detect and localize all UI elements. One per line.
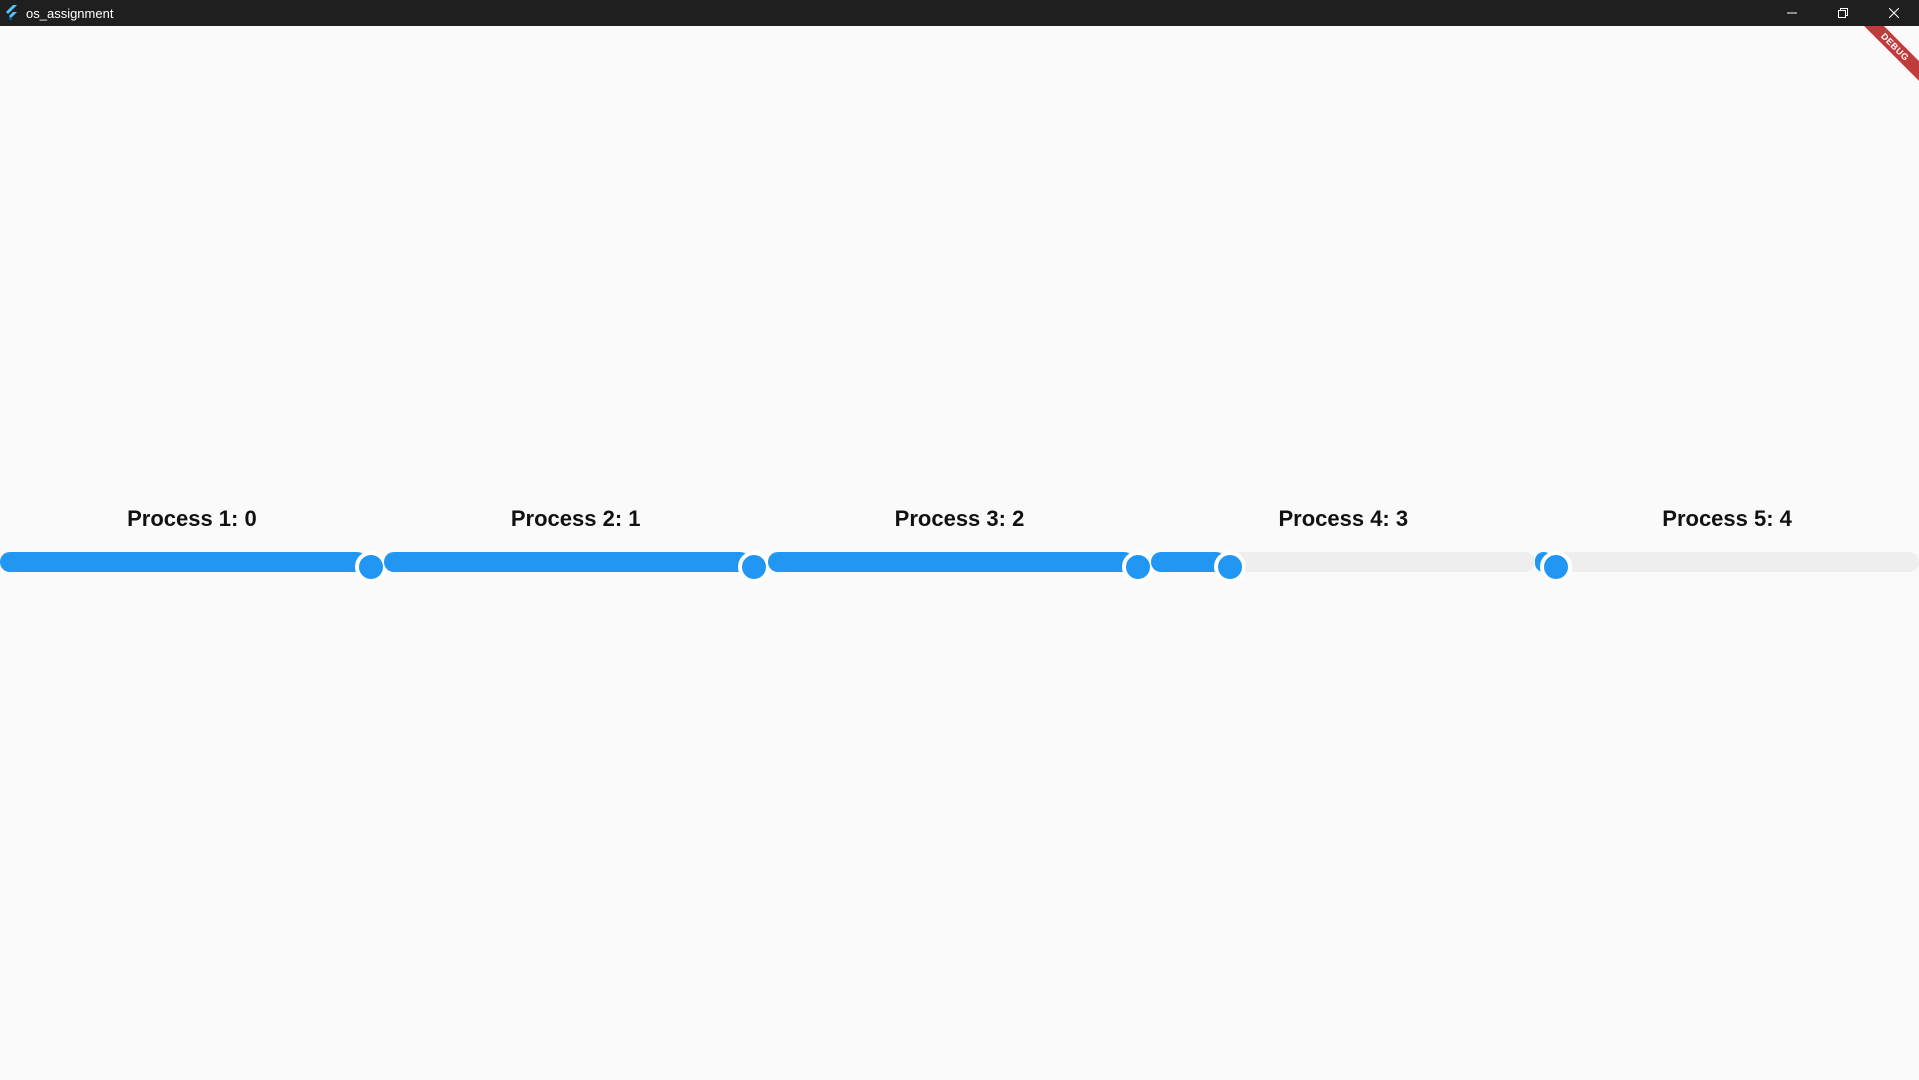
slider-thumb[interactable] bbox=[1540, 551, 1573, 583]
close-icon bbox=[1888, 8, 1899, 18]
window-controls bbox=[1766, 0, 1919, 26]
minimize-button[interactable] bbox=[1766, 0, 1817, 26]
app-content: DEBUG Process 1: 0 Process 2: 1 Process … bbox=[0, 26, 1919, 1080]
slider-thumb[interactable] bbox=[738, 551, 771, 583]
slider-thumb[interactable] bbox=[354, 551, 387, 583]
debug-banner-label: DEBUG bbox=[1847, 26, 1919, 95]
restore-icon bbox=[1837, 8, 1848, 18]
process-5-label: Process 5: 4 bbox=[1662, 506, 1792, 531]
window-title: os_assignment bbox=[26, 5, 114, 21]
process-1-slider[interactable] bbox=[0, 542, 387, 583]
close-button[interactable] bbox=[1868, 0, 1919, 26]
process-3-slider[interactable] bbox=[767, 542, 1155, 583]
process-4-label: Process 4: 3 bbox=[1278, 506, 1409, 531]
process-2-slider[interactable] bbox=[383, 542, 771, 583]
slider-track-inactive bbox=[1535, 552, 1919, 572]
maximize-button[interactable] bbox=[1817, 0, 1868, 26]
slider-track-active bbox=[0, 552, 367, 572]
process-4: Process 4: 3 bbox=[1151, 506, 1536, 586]
process-3: Process 3: 2 bbox=[767, 506, 1155, 586]
process-5-slider[interactable] bbox=[1535, 542, 1919, 583]
slider-track-active bbox=[383, 552, 751, 572]
process-2-label: Process 2: 1 bbox=[510, 506, 641, 531]
process-5: Process 5: 4 bbox=[1535, 506, 1919, 586]
process-sliders-row: Process 1: 0 Process 2: 1 Process 3: 2 P… bbox=[0, 506, 1919, 586]
window-titlebar[interactable]: os_assignment bbox=[0, 0, 1919, 26]
slider-track-active bbox=[767, 552, 1135, 572]
slider-thumb[interactable] bbox=[1122, 551, 1155, 583]
flutter-logo-icon bbox=[4, 5, 20, 21]
process-4-slider[interactable] bbox=[1151, 542, 1536, 583]
slider-thumb[interactable] bbox=[1214, 551, 1247, 583]
process-1-label: Process 1: 0 bbox=[127, 506, 257, 531]
process-3-label: Process 3: 2 bbox=[894, 506, 1025, 531]
debug-banner: DEBUG bbox=[1839, 26, 1919, 106]
process-2: Process 2: 1 bbox=[383, 506, 771, 586]
process-1: Process 1: 0 bbox=[0, 506, 387, 586]
minimize-icon bbox=[1786, 12, 1797, 14]
